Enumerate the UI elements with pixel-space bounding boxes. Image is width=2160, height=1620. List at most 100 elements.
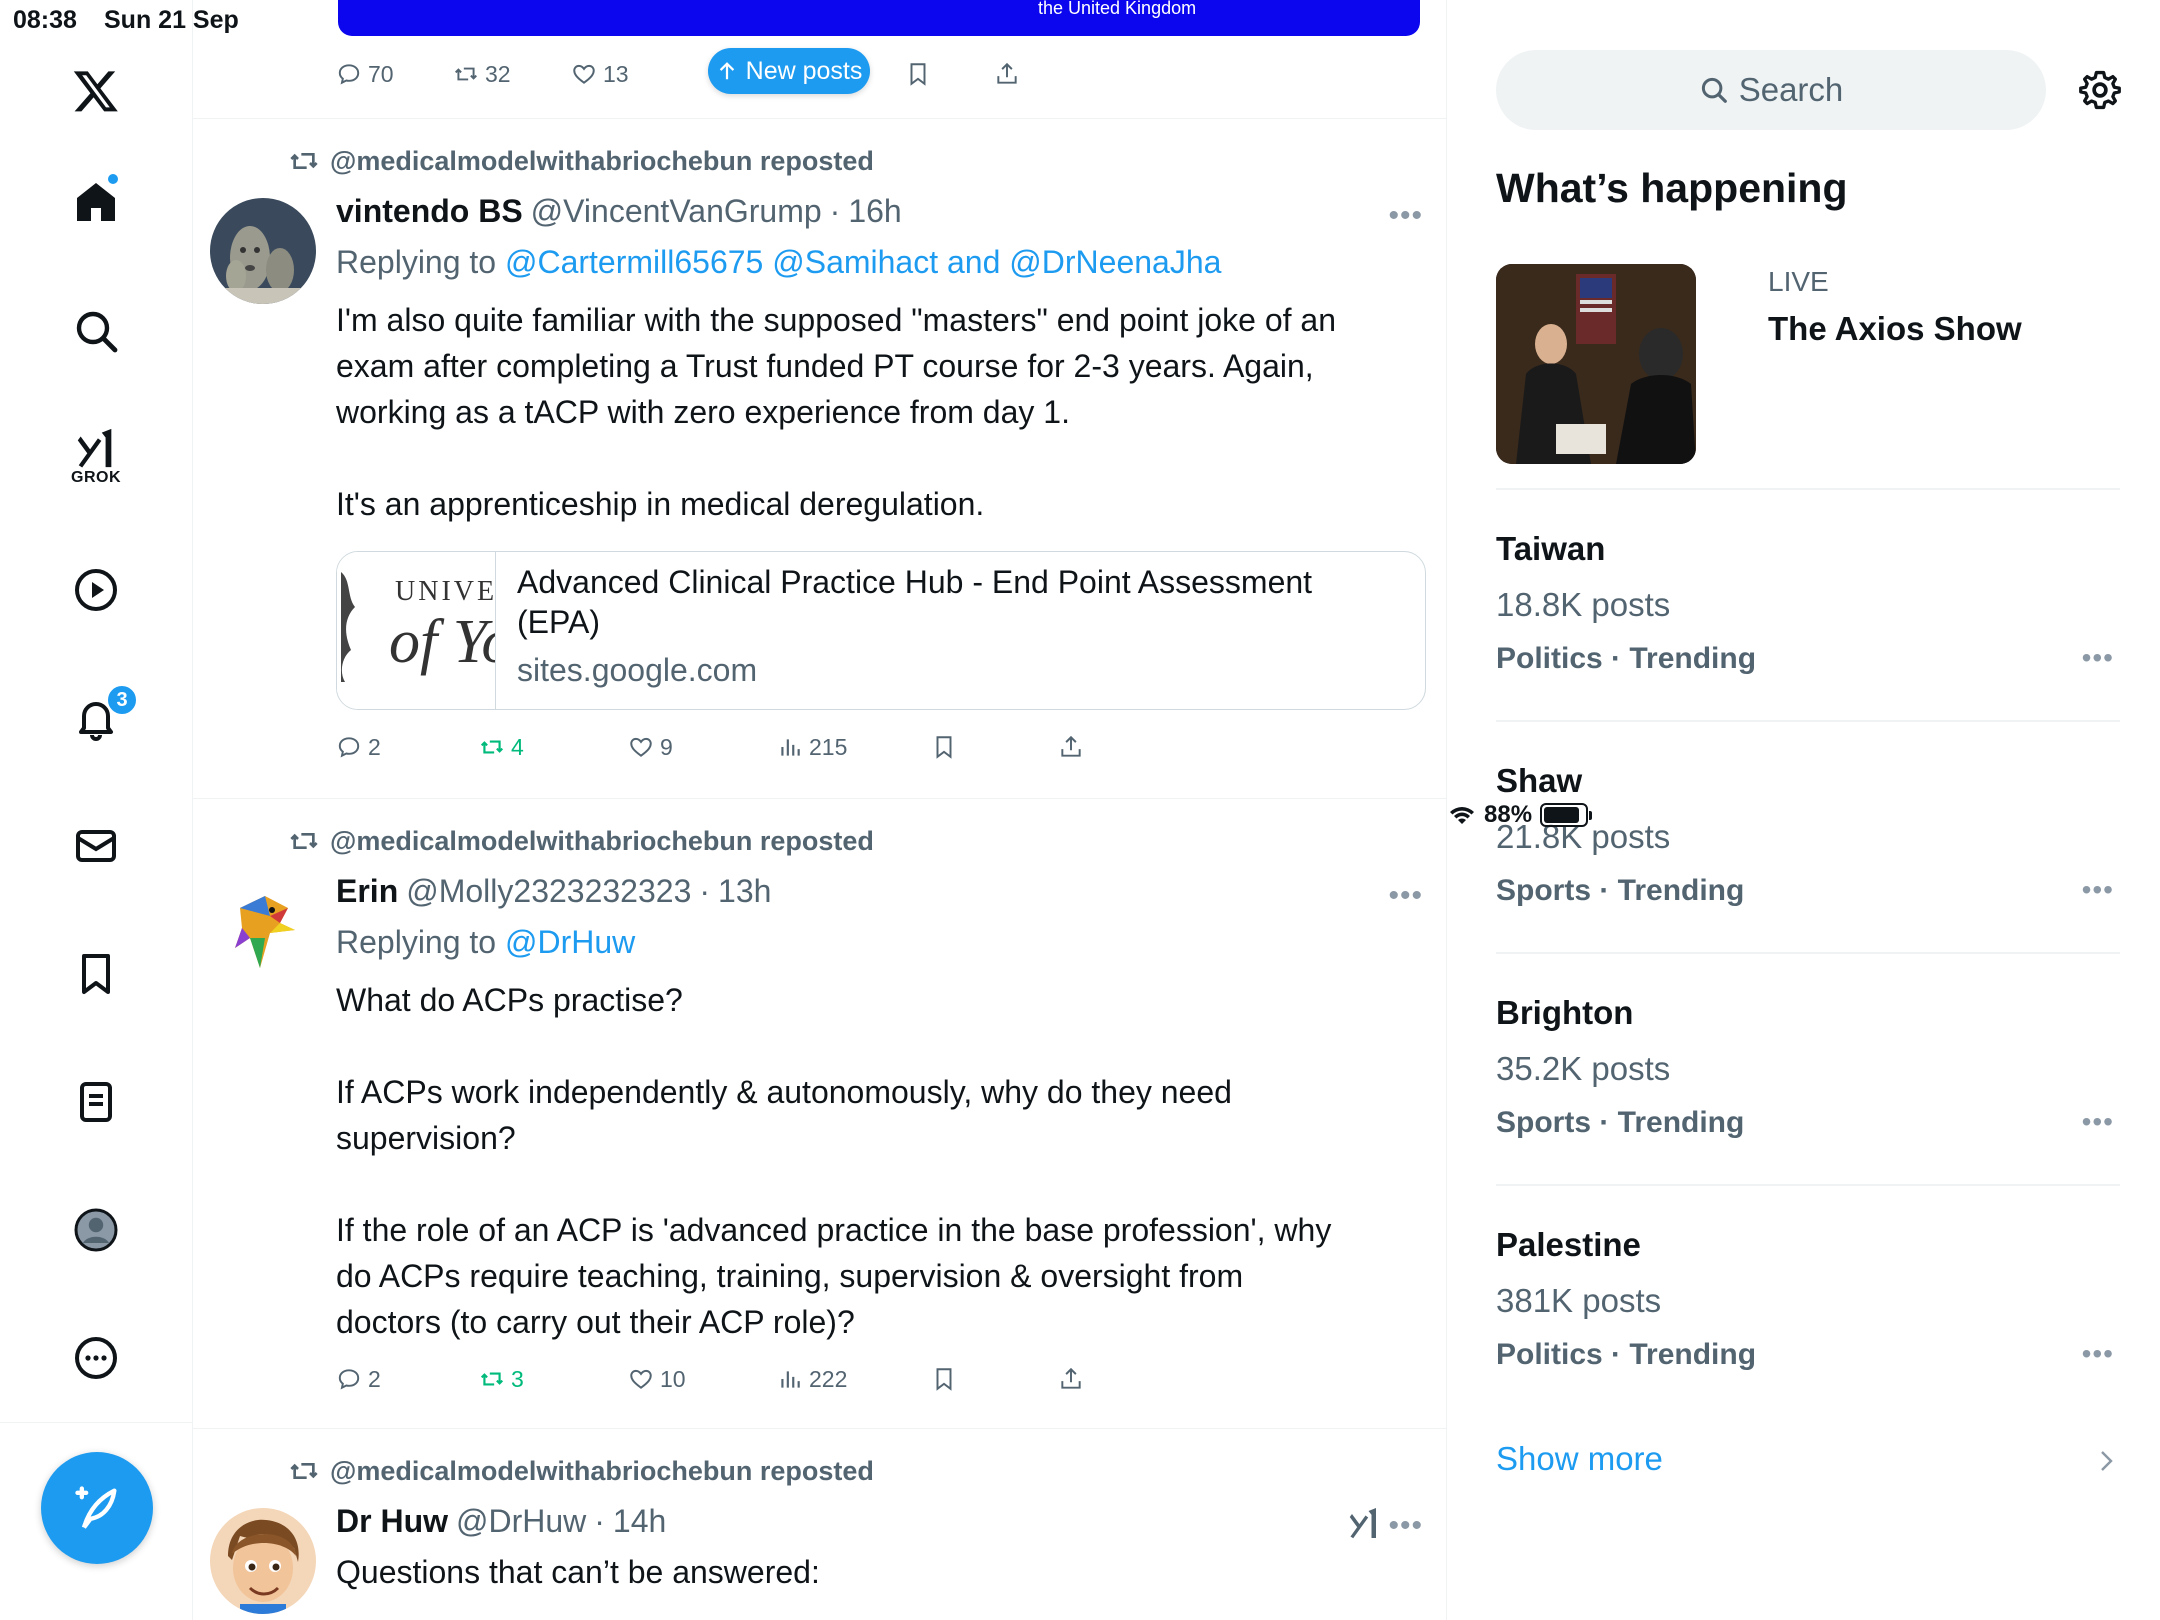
views-button[interactable]: 222 [777,1366,847,1393]
mail-icon[interactable] [60,810,132,882]
status-time: 08:38 [13,6,77,34]
compose-button[interactable] [41,1452,153,1564]
reply-mentions[interactable]: @Cartermill65675 @Samihact and @DrNeenaJ… [505,244,1221,280]
avatar[interactable] [210,878,316,984]
repost-icon [480,1372,504,1386]
author-name[interactable]: Dr Huw [336,1503,448,1540]
like-icon [630,1369,652,1389]
post-more-icon[interactable]: ••• [1388,879,1423,913]
post-paragraph: It's an apprenticeship in medical deregu… [336,486,985,522]
post-text: Questions that can’t be answered: [336,1549,1336,1595]
avatar[interactable] [210,1508,316,1614]
share-icon [1061,1367,1081,1389]
grok-icon[interactable]: GROK [60,420,132,492]
like-button[interactable]: 13 [571,61,629,88]
grok-icon[interactable] [1346,1505,1382,1546]
share-button[interactable] [1058,734,1084,760]
views-icon [781,739,800,756]
reposted-by-text: @medicalmodelwithabriochebun reposted [330,145,874,176]
like-icon [630,737,652,757]
reply-prefix: Replying to [336,244,497,280]
new-posts-button[interactable]: New posts [708,48,870,94]
search-icon[interactable] [60,295,132,367]
author-handle[interactable]: @DrHuw [456,1503,586,1540]
bookmark-icon[interactable] [60,938,132,1010]
reply-button[interactable]: 2 [336,1366,381,1393]
reply-mentions[interactable]: @DrHuw [505,924,635,960]
card-logo-text: UNIVER [395,576,496,607]
bookmark-icon [936,736,952,759]
post-drhuw[interactable]: @medicalmodelwithabriochebun reposted Dr… [193,1429,1446,1620]
reply-prefix: Replying to [336,924,497,960]
post-actions: 2 4 9 215 [336,727,1336,767]
author-name[interactable]: vintendo BS [336,193,523,230]
post-time[interactable]: 16h [848,193,901,230]
video-icon[interactable] [60,554,132,626]
author-name[interactable]: Erin [336,873,398,910]
post-vintendo[interactable]: @medicalmodelwithabriochebun reposted vi… [193,119,1446,797]
bookmark-button[interactable] [931,1366,957,1392]
repost-indicator: @medicalmodelwithabriochebun reposted [288,145,874,177]
post-paragraph: I'm also quite familiar with the suppose… [336,302,1337,430]
views-icon [781,1371,800,1388]
bell-icon[interactable]: 3 [60,682,138,754]
like-count: 9 [660,733,673,760]
repost-count: 4 [511,733,524,760]
post-paragraph: What do ACPs practise? [336,982,683,1018]
left-navigation: GROK 3 [0,0,193,1620]
more-icon[interactable] [60,1322,132,1394]
like-button[interactable]: 9 [628,734,673,761]
post-actions: 2 3 10 222 [336,1359,1336,1399]
views-button[interactable]: 215 [777,734,847,761]
card-thumbnail: UNIVER of Yo [337,552,496,709]
bookmark-button[interactable] [905,61,931,87]
like-button[interactable]: 10 [628,1366,686,1393]
post-time[interactable]: 13h [718,873,771,910]
author-handle[interactable]: @VincentVanGrump [531,193,822,230]
views-count: 215 [809,733,848,760]
repost-button[interactable]: 4 [479,734,524,761]
battery-percent: 88% [1484,801,1533,828]
post-paragraph: If the role of an ACP is 'advanced pract… [336,1212,1332,1340]
home-icon[interactable] [60,166,132,238]
reply-button[interactable]: 2 [336,734,381,761]
x-logo-icon[interactable] [60,55,132,127]
home-unread-dot [106,172,120,186]
author-handle[interactable]: @Molly2323232323 [406,873,691,910]
post-paragraph: If ACPs work independently & autonomousl… [336,1074,1232,1156]
post-header: Dr Huw @DrHuw · 14h [336,1503,666,1540]
post-more-icon[interactable]: ••• [1388,199,1423,233]
share-button[interactable] [1058,1366,1084,1392]
post-erin[interactable]: @medicalmodelwithabriochebun reposted Er… [193,799,1446,1427]
reply-button[interactable]: 70 [336,61,394,88]
avatar[interactable] [210,198,316,304]
post-time[interactable]: 14h [613,1503,666,1540]
reply-count: 2 [368,1365,381,1392]
repost-button[interactable]: 32 [453,61,511,88]
repost-count: 3 [511,1365,524,1392]
replying-to: Replying to @DrHuw [336,924,635,961]
link-card[interactable]: UNIVER of Yo Advanced Clinical Practice … [336,551,1426,710]
reply-count: 2 [368,733,381,760]
compose-icon [75,1486,117,1529]
status-date: Sun 21 Sep [104,6,239,34]
post-more-icon[interactable]: ••• [1388,1509,1423,1543]
separator-dot: · [699,873,711,909]
post-header: vintendo BS @VincentVanGrump · 16h [336,193,902,230]
repost-indicator: @medicalmodelwithabriochebun reposted [288,1455,874,1487]
bookmark-button[interactable] [931,734,957,760]
post-text: What do ACPs practise? If ACPs work inde… [336,977,1336,1345]
share-button[interactable] [994,61,1020,87]
wifi-icon [1450,807,1474,824]
arrow-up-icon [719,62,734,80]
post-paragraph: Questions that can’t be answered: [336,1554,820,1590]
reply-icon [338,737,360,758]
timeline-feed[interactable]: the United Kingdom 70 32 13 New posts @m… [193,0,1447,1620]
repost-button[interactable]: 3 [479,1366,524,1393]
list-icon[interactable] [60,1066,132,1138]
separator-dot: · [594,1503,605,1539]
like-count: 13 [603,60,629,87]
reply-count: 70 [368,60,394,87]
profile-icon[interactable] [60,1194,132,1266]
separator-dot: · [829,193,841,229]
